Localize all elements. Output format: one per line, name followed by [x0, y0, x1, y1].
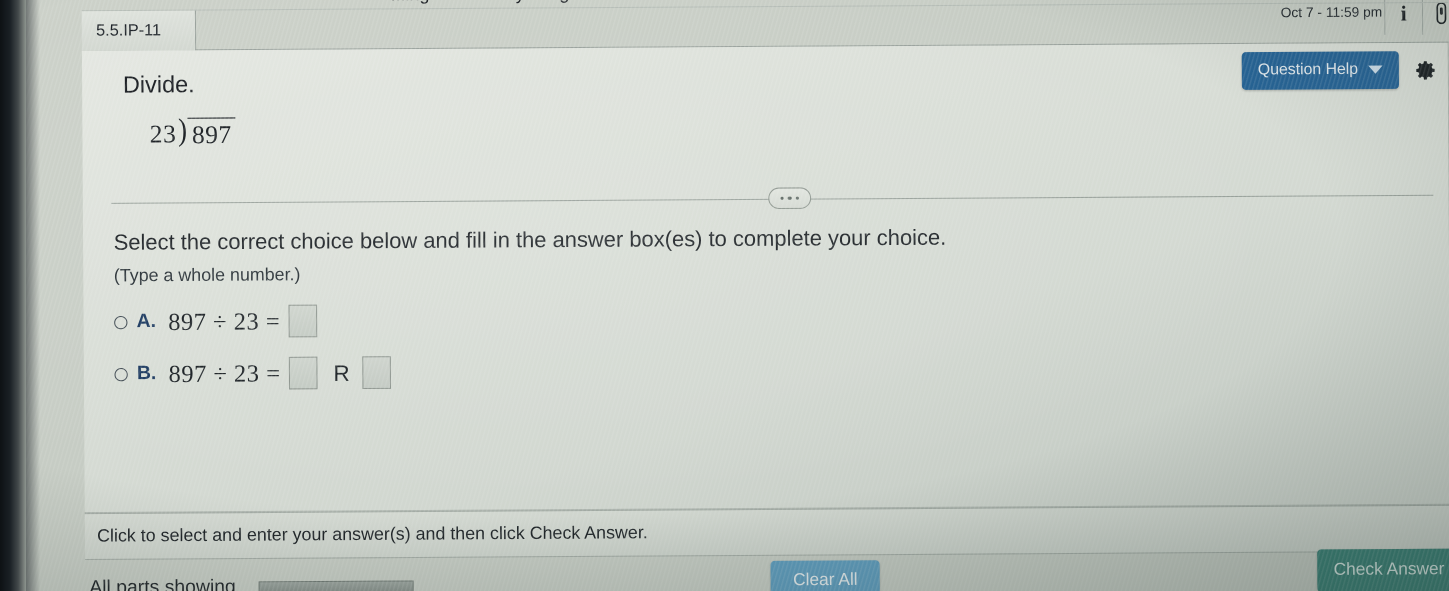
instruction-text: Select the correct choice below and fill… — [113, 225, 947, 255]
parts-progress-row: All parts showing — [89, 575, 414, 591]
choice-b-quotient-box[interactable] — [289, 356, 318, 390]
check-answer-button[interactable]: Check Answer — [1317, 548, 1449, 591]
division-bracket-icon: ) — [177, 111, 188, 148]
parts-progress-bar[interactable] — [258, 579, 414, 591]
gear-icon[interactable] — [1413, 58, 1438, 83]
clear-all-button[interactable]: Clear All — [770, 560, 881, 591]
chevron-down-icon — [1368, 65, 1383, 74]
ellipsis-dot — [795, 196, 800, 200]
question-help-row: Question Help — [1241, 51, 1437, 90]
application-window: ...ing to divide by 2-digit divisors DUE… — [0, 0, 1449, 591]
choice-a-label: A. — [136, 310, 157, 333]
choice-b-expression-text: 897 ÷ 23 = — [168, 360, 281, 389]
choice-a-answer-box[interactable] — [288, 304, 318, 338]
dividend: 897 — [187, 117, 236, 151]
more-options-ellipsis-icon[interactable] — [768, 187, 812, 210]
ellipsis-dot — [787, 196, 792, 200]
choice-b-expression: 897 ÷ 23 = R — [168, 356, 392, 390]
choice-b-label: B. — [136, 362, 157, 385]
choice-b-remainder-box[interactable] — [361, 356, 391, 390]
choice-a-row[interactable]: A. 897 ÷ 23 = — [114, 304, 319, 339]
screen-photo: ...ing to divide by 2-digit divisors DUE… — [0, 0, 1449, 591]
assignment-title-text: ...ing to divide by 2-digit divisors — [391, 0, 644, 5]
question-card: Question Help Divide. 23 ) 897 Select th… — [81, 42, 1449, 514]
tab-label: 5.5.IP-11 — [96, 21, 162, 40]
radio-choice-b[interactable] — [114, 367, 128, 381]
ellipsis-dot — [780, 196, 784, 201]
tab-exercise[interactable]: 5.5.IP-11 — [81, 10, 197, 52]
page-title: Divide. — [122, 70, 195, 98]
footer-note-bar: Click to select and enter your answer(s)… — [84, 504, 1449, 561]
section-divider — [111, 184, 1434, 215]
monitor-bezel-left — [0, 0, 26, 591]
choice-a-expression: 897 ÷ 23 = — [168, 304, 319, 339]
bezel-shadow — [26, 0, 40, 591]
status-text: Click to select and enter your answer(s)… — [97, 521, 648, 546]
choice-a-expression-text: 897 ÷ 23 = — [168, 308, 281, 337]
divisor: 23 — [149, 120, 177, 149]
question-help-label: Question Help — [1257, 60, 1359, 79]
choice-b-row[interactable]: B. 897 ÷ 23 = R — [114, 356, 392, 390]
question-help-button[interactable]: Question Help — [1241, 51, 1400, 90]
radio-choice-a[interactable] — [114, 315, 128, 329]
sub-instruction-text: (Type a whole number.) — [113, 263, 301, 286]
parts-showing-label: All parts showing — [89, 576, 236, 591]
choice-b-remainder-label: R — [333, 360, 351, 387]
long-division-expression: 23 ) 897 — [149, 111, 236, 151]
